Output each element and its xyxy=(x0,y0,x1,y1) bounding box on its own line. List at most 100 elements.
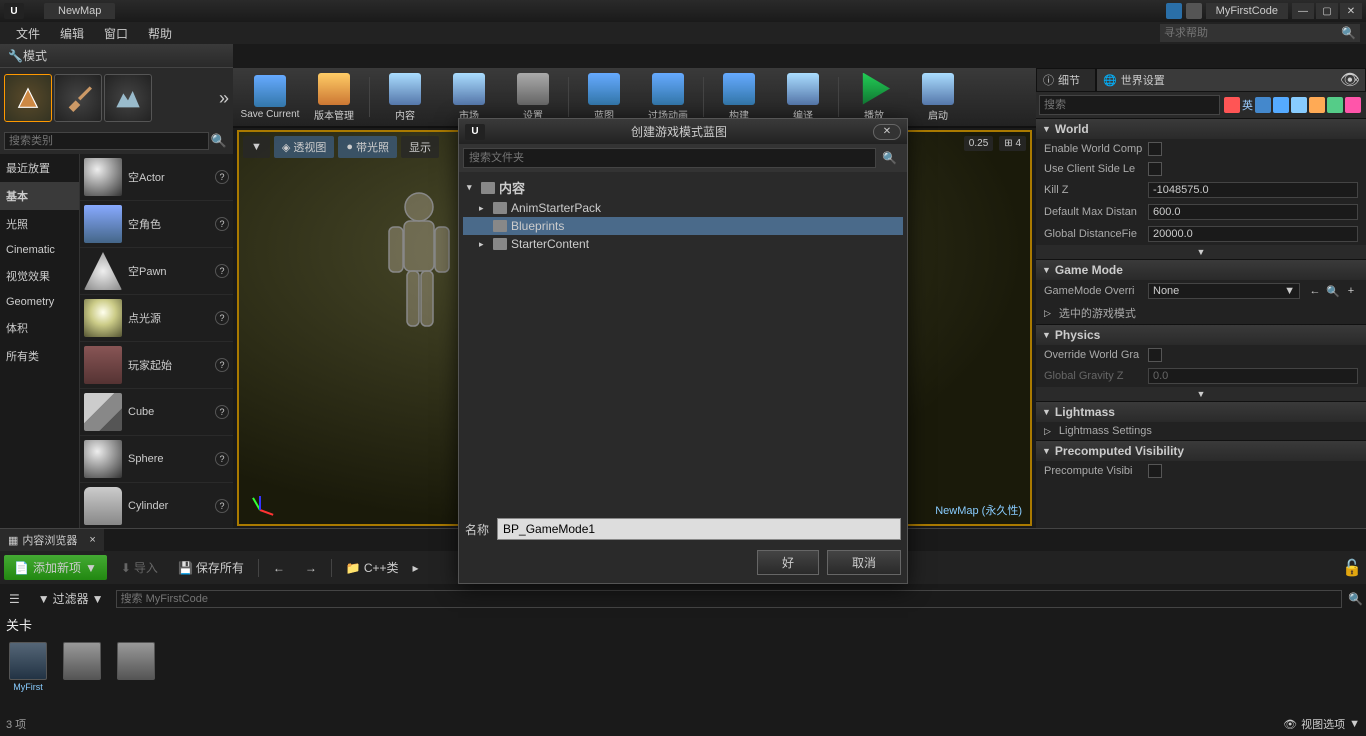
asset-item[interactable] xyxy=(114,642,158,692)
blueprint-name-input[interactable] xyxy=(497,518,901,540)
details-search-input[interactable] xyxy=(1039,95,1220,115)
actor-item[interactable]: 点光源? xyxy=(80,295,233,342)
menu-edit[interactable]: 编辑 xyxy=(50,23,94,44)
person-icon[interactable] xyxy=(1309,97,1325,113)
expand-button[interactable]: ▼ xyxy=(1036,245,1366,259)
gamemode-dropdown[interactable]: None▼ xyxy=(1148,283,1300,299)
launch-button[interactable]: 启动 xyxy=(907,70,969,124)
precomp-checkbox[interactable] xyxy=(1148,464,1162,478)
actor-item[interactable]: Sphere? xyxy=(80,436,233,483)
content-browser-tab[interactable]: ▦内容浏览器× xyxy=(0,529,104,551)
world-section-header[interactable]: ▼World xyxy=(1036,119,1366,139)
cat-cinematic[interactable]: Cinematic xyxy=(0,238,79,262)
menu-help[interactable]: 帮助 xyxy=(138,23,182,44)
cat-vfx[interactable]: 视觉效果 xyxy=(0,262,79,290)
mode-place[interactable] xyxy=(4,74,52,122)
gravity-input[interactable] xyxy=(1148,368,1358,384)
actor-item[interactable]: 玩家起始? xyxy=(80,342,233,389)
modes-expand-icon[interactable]: » xyxy=(219,88,229,109)
maxdist-input[interactable] xyxy=(1148,204,1358,220)
lightmass-section-header[interactable]: ▼Lightmass xyxy=(1036,402,1366,422)
actor-item[interactable]: 空Pawn? xyxy=(80,248,233,295)
physics-section-header[interactable]: ▼Physics xyxy=(1036,325,1366,345)
perspective-button[interactable]: ◈透视图 xyxy=(274,136,334,158)
help-search[interactable]: 🔍 xyxy=(1160,24,1360,42)
tree-folder-item[interactable]: ▸StarterContent xyxy=(463,235,903,253)
map-tab[interactable]: NewMap xyxy=(44,3,115,19)
help-search-input[interactable] xyxy=(1164,27,1341,39)
add-new-button[interactable]: 📄添加新项▼ xyxy=(4,555,107,580)
viewport-menu[interactable]: ▼ xyxy=(243,136,270,158)
override-grav-checkbox[interactable] xyxy=(1148,348,1162,362)
show-button[interactable]: 显示 xyxy=(401,136,439,158)
chevron-right-icon[interactable]: ▷ xyxy=(1044,426,1051,437)
help-icon[interactable]: ? xyxy=(215,217,229,231)
modes-tab[interactable]: 🔧 模式 xyxy=(0,44,233,68)
ok-button[interactable]: 好 xyxy=(757,550,819,575)
lit-button[interactable]: ●带光照 xyxy=(338,136,397,158)
grid-snap[interactable]: ⊞ 4 xyxy=(999,136,1026,151)
actor-item[interactable]: Cylinder? xyxy=(80,483,233,528)
details-tab[interactable]: ⓘ细节 xyxy=(1036,68,1096,92)
help-icon[interactable]: ? xyxy=(215,170,229,184)
content-button[interactable]: 内容 xyxy=(374,70,436,124)
modes-search-input[interactable] xyxy=(4,132,209,150)
save-all-button[interactable]: 💾保存所有 xyxy=(172,556,250,579)
ime-lang[interactable]: 英 xyxy=(1242,97,1253,113)
camera-speed[interactable]: 0.25 xyxy=(964,136,993,151)
gdf-input[interactable] xyxy=(1148,226,1358,242)
chevron-right-icon[interactable]: ▷ xyxy=(1044,308,1051,319)
market-button[interactable]: 市场 xyxy=(438,70,500,124)
help-icon[interactable]: ? xyxy=(215,264,229,278)
world-settings-tab[interactable]: 🌐世界设置× xyxy=(1096,68,1366,92)
shirt-icon[interactable] xyxy=(1327,97,1343,113)
notification-icon[interactable] xyxy=(1166,3,1182,19)
mode-landscape[interactable] xyxy=(104,74,152,122)
help-icon[interactable]: ? xyxy=(215,358,229,372)
help-icon[interactable]: ? xyxy=(215,311,229,325)
actor-item[interactable]: Cube? xyxy=(80,389,233,436)
minimize-button[interactable]: — xyxy=(1292,3,1314,19)
asset-item[interactable] xyxy=(60,642,104,692)
cat-all[interactable]: 所有类 xyxy=(0,342,79,370)
filter-button[interactable]: ▼过滤器▼ xyxy=(32,587,110,610)
actor-item[interactable]: 空角色? xyxy=(80,201,233,248)
compile-button[interactable]: 编译 xyxy=(772,70,834,124)
mannequin-actor[interactable] xyxy=(369,187,469,387)
save-button[interactable]: Save Current xyxy=(239,70,301,124)
mic-icon[interactable] xyxy=(1273,97,1289,113)
close-button[interactable]: ✕ xyxy=(1340,3,1362,19)
cat-basic[interactable]: 基本 xyxy=(0,182,79,210)
play-button[interactable]: 播放 xyxy=(843,70,905,124)
client-side-checkbox[interactable] xyxy=(1148,162,1162,176)
dialog-close-button[interactable]: ✕ xyxy=(873,124,901,140)
gamemode-section-header[interactable]: ▼Game Mode xyxy=(1036,260,1366,280)
visibility-icon[interactable]: 👁 xyxy=(1340,70,1360,90)
actor-item[interactable]: 空Actor? xyxy=(80,154,233,201)
search-icon[interactable]: 🔍 xyxy=(876,148,903,168)
precomp-section-header[interactable]: ▼Precomputed Visibility xyxy=(1036,441,1366,461)
cat-volumes[interactable]: 体积 xyxy=(0,314,79,342)
maximize-button[interactable]: ▢ xyxy=(1316,3,1338,19)
search-icon[interactable]: 🔍 xyxy=(1348,592,1363,606)
close-icon[interactable]: × xyxy=(89,534,95,546)
mode-paint[interactable] xyxy=(54,74,102,122)
cancel-button[interactable]: 取消 xyxy=(827,550,901,575)
nav-fwd[interactable]: → xyxy=(299,558,323,578)
cinematic-button[interactable]: 过场动画 xyxy=(637,70,699,124)
help-icon[interactable]: ? xyxy=(215,452,229,466)
asset-item[interactable]: MyFirst xyxy=(6,642,50,692)
menu-window[interactable]: 窗口 xyxy=(94,23,138,44)
menu-file[interactable]: 文件 xyxy=(6,23,50,44)
lock-icon[interactable]: 🔓 xyxy=(1342,558,1362,578)
sogou-icon[interactable] xyxy=(1224,97,1240,113)
view-options-button[interactable]: 👁视图选项▼ xyxy=(1283,716,1360,732)
search-icon[interactable]: 🔍 xyxy=(209,132,229,150)
tree-folder-item[interactable]: ▸AnimStarterPack xyxy=(463,199,903,217)
import-button[interactable]: ⬇导入 xyxy=(115,556,164,579)
folder-search-input[interactable] xyxy=(463,148,876,168)
tree-folder-item-selected[interactable]: Blueprints xyxy=(463,217,903,235)
nav-back[interactable]: ← xyxy=(267,558,291,578)
tree-root[interactable]: ▾内容 xyxy=(463,176,903,199)
wrench-icon[interactable] xyxy=(1345,97,1361,113)
